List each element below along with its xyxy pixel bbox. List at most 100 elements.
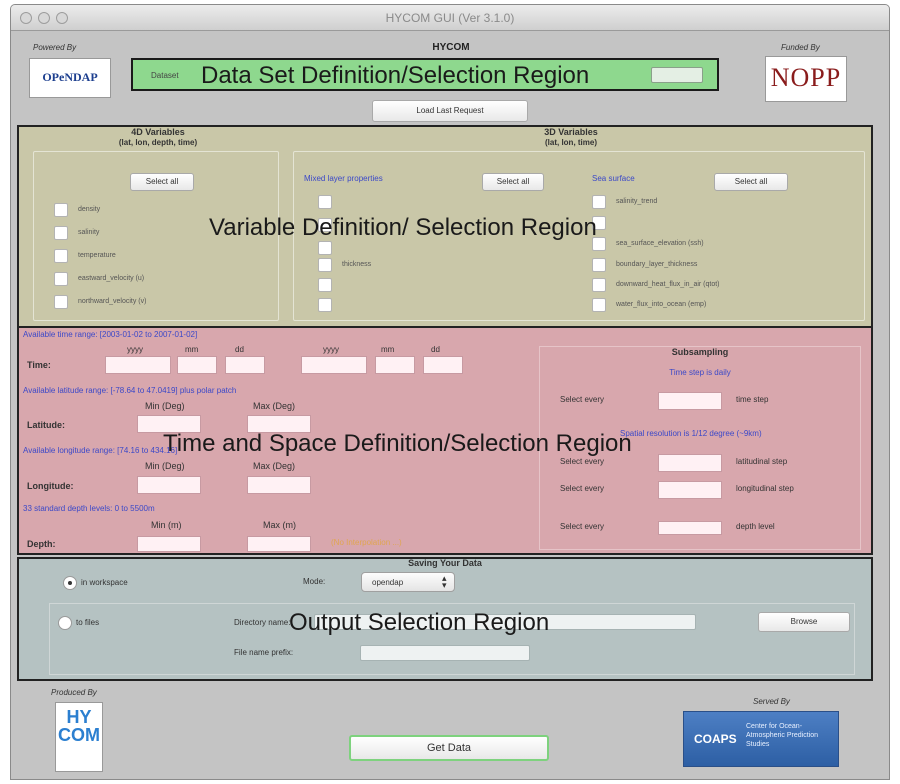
select-every-depth-label: Select every bbox=[560, 522, 605, 531]
vars3d-title: 3D Variables bbox=[544, 127, 598, 137]
output-region-label: Output Selection Region bbox=[289, 609, 550, 636]
lat-step-input[interactable] bbox=[658, 454, 722, 472]
coaps-logo-text: COAPS bbox=[694, 732, 737, 746]
lon-max-header: Max (Deg) bbox=[253, 461, 296, 471]
select-arrows-icon: ▴ ▾ bbox=[442, 573, 447, 590]
hycom-logo[interactable]: HY COM bbox=[55, 702, 103, 772]
density-label: density bbox=[78, 206, 101, 213]
start-yyyy-header: yyyy bbox=[127, 345, 143, 354]
start-month-input[interactable] bbox=[177, 356, 217, 374]
boundary-layer-thickness-label: boundary_layer_thickness bbox=[616, 261, 698, 268]
sea-surface-select-all-button[interactable]: Select all bbox=[714, 173, 788, 191]
select-every-time-label: Select every bbox=[560, 395, 605, 404]
salinity-trend-label: salinity_trend bbox=[616, 198, 658, 205]
lon-step-label: longitudinal step bbox=[736, 484, 794, 493]
time-step-input[interactable] bbox=[658, 392, 722, 410]
start-dd-header: dd bbox=[235, 345, 244, 354]
coaps-description: Center for Ocean-Atmospheric Prediction … bbox=[746, 723, 818, 748]
longitude-label: Longitude: bbox=[27, 481, 74, 491]
mixed-layer-checkbox-1[interactable] bbox=[318, 195, 332, 209]
select-every-lat-label: Select every bbox=[560, 457, 605, 466]
get-data-button[interactable]: Get Data bbox=[349, 735, 549, 761]
mode-select[interactable]: opendap ▴ ▾ bbox=[361, 572, 455, 592]
start-year-input[interactable] bbox=[105, 356, 171, 374]
lon-min-input[interactable] bbox=[137, 476, 201, 494]
sea-surface-title: Sea surface bbox=[592, 174, 635, 183]
output-selection-region: Saving Your Data in workspace Mode: open… bbox=[17, 557, 873, 681]
time-step-note: Time step is daily bbox=[669, 368, 731, 377]
lat-step-label: latitudinal step bbox=[736, 457, 788, 466]
mixed-layer-checkbox-5[interactable] bbox=[318, 278, 332, 292]
depth-note: (No Interpolation ...) bbox=[331, 538, 402, 547]
salinity-trend-checkbox[interactable] bbox=[592, 195, 606, 209]
mode-label: Mode: bbox=[303, 577, 326, 586]
title-bar: HYCOM GUI (Ver 3.1.0) bbox=[11, 5, 889, 31]
load-last-request-button[interactable]: Load Last Request bbox=[372, 100, 528, 122]
mixed-layer-title: Mixed layer properties bbox=[304, 174, 383, 183]
file-name-prefix-input[interactable] bbox=[360, 645, 530, 661]
depth-min-input[interactable] bbox=[137, 536, 201, 552]
density-checkbox[interactable] bbox=[54, 203, 68, 217]
downward-heat-flux-label: downward_heat_flux_in_air (qtot) bbox=[616, 281, 720, 288]
variable-region-label: Variable Definition/ Selection Region bbox=[209, 214, 597, 241]
salinity-checkbox[interactable] bbox=[54, 226, 68, 240]
lon-max-input[interactable] bbox=[247, 476, 311, 494]
start-day-input[interactable] bbox=[225, 356, 265, 374]
depth-min-header: Min (m) bbox=[151, 520, 182, 530]
eastward-velocity-checkbox[interactable] bbox=[54, 272, 68, 286]
water-flux-label: water_flux_into_ocean (emp) bbox=[616, 301, 707, 308]
depth-max-input[interactable] bbox=[247, 536, 311, 552]
served-by-label: Served By bbox=[753, 697, 790, 706]
lat-min-header: Min (Deg) bbox=[145, 401, 185, 411]
end-year-input[interactable] bbox=[301, 356, 367, 374]
nopp-logo[interactable]: NOPP bbox=[765, 56, 847, 102]
vars4d-subtitle: (lat, lon, depth, time) bbox=[118, 138, 198, 147]
mode-select-value: opendap bbox=[372, 578, 404, 587]
variable-selection-region: 4D Variables (lat, lon, depth, time) 3D … bbox=[17, 125, 873, 328]
water-flux-checkbox[interactable] bbox=[592, 298, 606, 312]
spatial-resolution-note: Spatial resolution is 1/12 degree (~9km) bbox=[620, 429, 762, 438]
lon-step-input[interactable] bbox=[658, 481, 722, 499]
mixed-layer-thickness-label: thickness bbox=[342, 261, 372, 268]
dataset-selector[interactable] bbox=[651, 67, 703, 83]
boundary-layer-thickness-checkbox[interactable] bbox=[592, 258, 606, 272]
produced-by-label: Produced By bbox=[51, 688, 97, 697]
browse-button[interactable]: Browse bbox=[758, 612, 850, 632]
in-workspace-label: in workspace bbox=[81, 578, 128, 587]
opendap-logo[interactable]: OPeNDAP bbox=[29, 58, 111, 98]
funded-by-label: Funded By bbox=[781, 43, 820, 52]
mixed-layer-select-all-button[interactable]: Select all bbox=[482, 173, 544, 191]
app-name: HYCOM bbox=[432, 42, 470, 53]
northward-velocity-checkbox[interactable] bbox=[54, 295, 68, 309]
eastward-velocity-label: eastward_velocity (u) bbox=[78, 275, 145, 282]
ssh-label: sea_surface_elevation (ssh) bbox=[616, 240, 704, 247]
mixed-layer-checkbox-6[interactable] bbox=[318, 298, 332, 312]
downward-heat-flux-checkbox[interactable] bbox=[592, 278, 606, 292]
in-workspace-radio[interactable] bbox=[63, 576, 77, 590]
lat-max-header: Max (Deg) bbox=[253, 401, 296, 411]
mixed-layer-checkbox-3[interactable] bbox=[318, 241, 332, 255]
temperature-checkbox[interactable] bbox=[54, 249, 68, 263]
end-yyyy-header: yyyy bbox=[323, 345, 339, 354]
mixed-layer-thickness-checkbox[interactable] bbox=[318, 258, 332, 272]
end-day-input[interactable] bbox=[423, 356, 463, 374]
vars3d-subtitle: (lat, lon, time) bbox=[545, 138, 597, 147]
nopp-logo-text: NOPP bbox=[770, 63, 842, 92]
to-files-label: to files bbox=[76, 618, 100, 627]
lat-range-note: Available latitude range: [-78.64 to 47.… bbox=[23, 386, 237, 395]
depth-step-input[interactable] bbox=[658, 521, 722, 535]
to-files-radio[interactable] bbox=[58, 616, 72, 630]
end-month-input[interactable] bbox=[375, 356, 415, 374]
time-label: Time: bbox=[27, 360, 51, 370]
dataset-region-label: Data Set Definition/Selection Region bbox=[201, 62, 590, 89]
hycom-logo-text: HY COM bbox=[58, 707, 100, 745]
coaps-logo[interactable]: COAPS Center for Ocean-Atmospheric Predi… bbox=[683, 711, 839, 767]
time-space-region-label: Time and Space Definition/Selection Regi… bbox=[163, 430, 632, 457]
time-space-region: Available time range: [2003-01-02 to 200… bbox=[17, 326, 873, 555]
vars4d-select-all-button[interactable]: Select all bbox=[130, 173, 194, 191]
salinity-label: salinity bbox=[78, 229, 100, 236]
depth-levels-note: 33 standard depth levels: 0 to 5500m bbox=[23, 504, 155, 513]
lon-min-header: Min (Deg) bbox=[145, 461, 185, 471]
dataset-label: Dataset bbox=[151, 71, 179, 80]
depth-label: Depth: bbox=[27, 539, 56, 549]
